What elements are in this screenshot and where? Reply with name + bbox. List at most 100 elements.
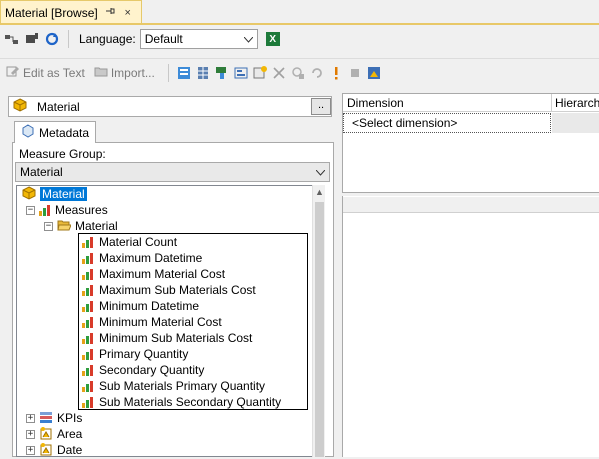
cancel-query-icon[interactable] <box>347 65 363 81</box>
measure-icon <box>82 236 94 248</box>
measure-item[interactable]: Maximum Material Cost <box>82 266 225 282</box>
measure-label: Secondary Quantity <box>99 363 205 377</box>
measure-item[interactable]: Minimum Datetime <box>82 298 199 314</box>
collapse-icon[interactable]: − <box>26 205 35 215</box>
tree-node-area-label: Area <box>57 427 83 441</box>
filter-grid-header: Dimension Hierarchy <box>343 94 599 112</box>
measure-item[interactable]: Minimum Sub Materials Cost <box>82 330 252 346</box>
filter-icon[interactable] <box>214 65 230 81</box>
language-value: Default <box>144 32 183 46</box>
reconnect-icon[interactable] <box>44 31 60 47</box>
toolbar-separator <box>68 30 69 48</box>
kpi-icon <box>39 410 53 427</box>
expand-icon[interactable]: + <box>26 445 35 455</box>
import-label: Import... <box>110 65 155 80</box>
measure-item[interactable]: Primary Quantity <box>82 346 188 362</box>
expand-icon[interactable]: + <box>26 429 35 439</box>
measure-icon <box>82 396 94 408</box>
tab-metadata[interactable]: Metadata <box>14 121 96 143</box>
measure-icon <box>82 284 94 296</box>
tree-scrollbar[interactable]: ▲ <box>312 185 325 457</box>
folder-icon <box>94 64 108 81</box>
measure-item[interactable]: Material Count <box>82 234 177 250</box>
measure-label: Maximum Sub Materials Cost <box>99 283 256 297</box>
change-user-icon[interactable] <box>24 31 40 47</box>
document-tab-title: Material [Browse] <box>5 5 98 20</box>
hierarchy-cell[interactable] <box>552 113 599 133</box>
chevron-down-icon <box>243 32 254 46</box>
measure-label: Minimum Sub Materials Cost <box>99 331 253 345</box>
measure-item[interactable]: Maximum Datetime <box>82 250 202 266</box>
connect-icon[interactable] <box>4 31 20 47</box>
cube-name: Material <box>37 99 80 114</box>
tree-node-material-folder[interactable]: − Material <box>44 218 118 234</box>
table-icon[interactable] <box>195 65 211 81</box>
column-dimension[interactable]: Dimension <box>347 96 404 110</box>
import-button[interactable]: Import... <box>94 64 155 81</box>
add-calculated-member-icon[interactable] <box>176 65 192 81</box>
expand-icon[interactable]: + <box>26 413 35 423</box>
close-icon[interactable]: × <box>122 7 134 19</box>
toolbar-separator <box>167 63 169 82</box>
pin-icon[interactable] <box>104 6 116 19</box>
scroll-thumb[interactable] <box>315 202 324 457</box>
column-hierarchy[interactable]: Hierarchy <box>555 96 599 110</box>
collapse-icon[interactable]: − <box>44 221 53 231</box>
measure-item[interactable]: Maximum Sub Materials Cost <box>82 282 256 298</box>
tree-node-root[interactable]: Material <box>22 185 87 203</box>
column-divider[interactable] <box>551 94 552 112</box>
measure-label: Material Count <box>99 235 178 249</box>
language-label: Language: <box>79 32 136 46</box>
language-select[interactable]: Default <box>139 29 258 49</box>
show-empty-cells-icon[interactable] <box>233 65 249 81</box>
select-dimension-cell[interactable]: <Select dimension> <box>343 113 551 133</box>
measure-icon <box>82 364 94 376</box>
delete-icon[interactable] <box>271 65 287 81</box>
measure-item[interactable]: Minimum Material Cost <box>82 314 222 330</box>
tree-node-area[interactable]: + Area <box>26 426 82 442</box>
tree-node-root-label: Material <box>40 187 87 201</box>
tree-node-kpis[interactable]: + KPIs <box>26 410 82 426</box>
execute-icon[interactable] <box>328 65 344 81</box>
query-toolbar: Edit as Text Import... <box>0 58 599 86</box>
design-mode-icon[interactable] <box>366 65 382 81</box>
measure-item[interactable]: Sub Materials Primary Quantity <box>82 378 265 394</box>
cube-icon <box>22 185 36 203</box>
browser-toolbar: Language: Default X <box>0 26 599 52</box>
metadata-icon <box>21 124 35 141</box>
measure-icon <box>82 348 94 360</box>
measure-label: Primary Quantity <box>99 347 189 361</box>
scroll-up-icon[interactable]: ▲ <box>313 187 326 197</box>
measure-icon <box>82 268 94 280</box>
tab-underline <box>0 23 599 25</box>
measure-label: Sub Materials Primary Quantity <box>99 379 266 393</box>
auto-execute-icon[interactable] <box>252 65 268 81</box>
browse-cube-button[interactable]: .. <box>311 98 331 115</box>
measure-group-select[interactable]: Material <box>15 162 330 182</box>
edit-as-text-label: Edit as Text <box>23 65 85 80</box>
tree-node-kpis-label: KPIs <box>57 411 83 425</box>
measure-icon <box>82 300 94 312</box>
measure-group-value: Material <box>20 165 63 179</box>
edit-as-text-button[interactable]: Edit as Text <box>6 64 85 81</box>
results-pane <box>342 196 599 457</box>
tree-node-measures-label: Measures <box>55 203 108 217</box>
tree-node-material-folder-label: Material <box>75 219 118 233</box>
open-folder-icon <box>57 219 72 234</box>
tree-node-date[interactable]: + Date <box>26 442 82 458</box>
document-tab[interactable]: Material [Browse] × <box>0 0 142 24</box>
document-tabstrip: Material [Browse] × <box>0 0 599 25</box>
measure-group-label: Measure Group: <box>19 147 106 161</box>
cube-selector[interactable]: Material <box>8 96 332 117</box>
dimension-icon <box>39 426 53 443</box>
refresh-disabled-icon[interactable] <box>290 65 306 81</box>
measure-label: Minimum Datetime <box>99 299 200 313</box>
measure-item[interactable]: Secondary Quantity <box>82 362 204 378</box>
tab-metadata-label: Metadata <box>39 125 90 140</box>
measure-item[interactable]: Sub Materials Secondary Quantity <box>82 394 281 410</box>
measure-label: Maximum Datetime <box>99 251 203 265</box>
reconnect-disabled-icon[interactable] <box>309 65 325 81</box>
excel-icon[interactable]: X <box>265 32 280 46</box>
tree-node-measures[interactable]: − Measures <box>26 202 108 218</box>
edit-text-icon <box>6 64 20 81</box>
